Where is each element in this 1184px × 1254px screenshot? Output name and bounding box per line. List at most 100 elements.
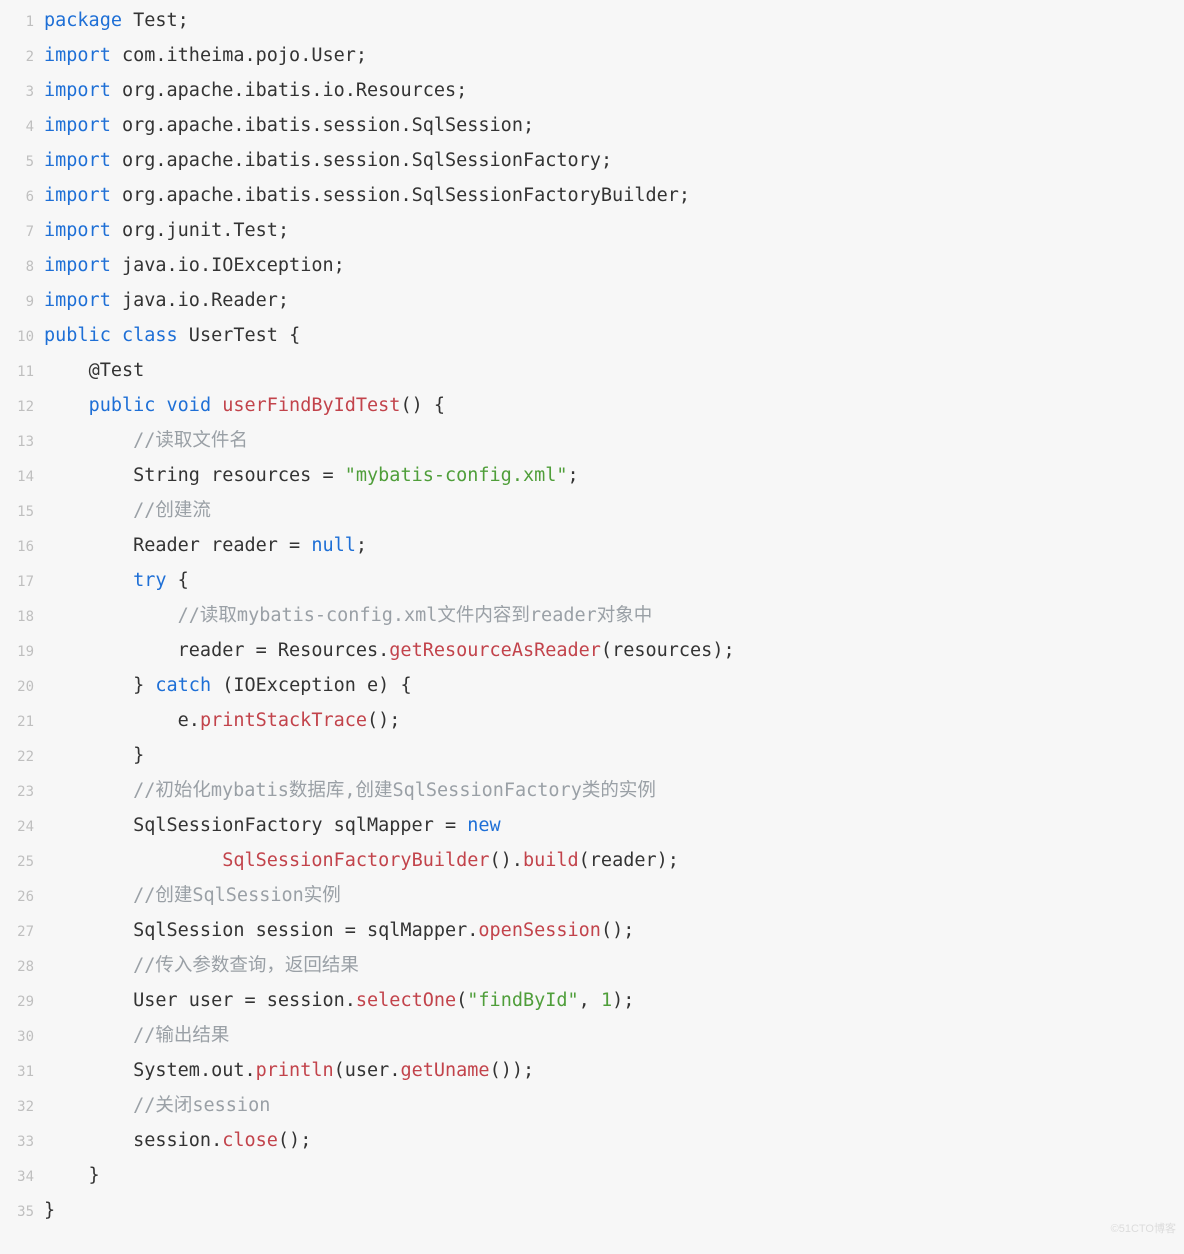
token-string: "mybatis-config.xml" (345, 465, 568, 486)
token-comment: //读取文件名 (133, 430, 248, 451)
token-method: close (222, 1130, 278, 1151)
token-comment: //读取mybatis-config.xml文件内容到reader对象中 (178, 605, 653, 626)
token-type: java (111, 290, 167, 311)
token-plain: ; (601, 150, 612, 171)
code-line: 18 //读取mybatis-config.xml文件内容到reader对象中 (0, 599, 1184, 634)
token-plain: ; (568, 465, 579, 486)
token-plain: () { (400, 395, 445, 416)
code-content: } (44, 739, 144, 773)
line-number: 16 (0, 530, 44, 564)
token-plain: . (345, 990, 356, 1011)
token-plain: . (167, 255, 178, 276)
token-type: ibatis (245, 150, 312, 171)
code-line: 23 //初始化mybatis数据库,创建SqlSessionFactory类的… (0, 774, 1184, 809)
line-number: 6 (0, 180, 44, 214)
token-plain: . (389, 1060, 400, 1081)
token-kw: public (44, 325, 111, 346)
token-plain: ( (211, 675, 233, 696)
token-plain: . (155, 115, 166, 136)
token-kw: try (133, 570, 166, 591)
token-plain: ; (523, 115, 534, 136)
token-plain: . (233, 150, 244, 171)
code-line: 5import org.apache.ibatis.session.SqlSes… (0, 144, 1184, 179)
token-method: getResourceAsReader (389, 640, 601, 661)
token-kw: import (44, 255, 111, 276)
token-type: apache (167, 150, 234, 171)
token-type: session (267, 990, 345, 1011)
token-type: SqlSessionFactory (412, 150, 601, 171)
line-number: 31 (0, 1055, 44, 1089)
token-plain (44, 1060, 133, 1081)
token-kw: import (44, 290, 111, 311)
line-number: 28 (0, 950, 44, 984)
line-number: 12 (0, 390, 44, 424)
code-content: import org.junit.Test; (44, 214, 289, 248)
token-kw: import (44, 80, 111, 101)
token-plain (44, 605, 178, 626)
token-num: 1 (601, 990, 612, 1011)
token-plain: ; (278, 220, 289, 241)
token-plain: . (189, 710, 200, 731)
token-kw: package (44, 10, 122, 31)
token-type: Resources (356, 80, 456, 101)
token-plain: . (311, 115, 322, 136)
token-method: build (523, 850, 579, 871)
line-number: 3 (0, 75, 44, 109)
line-number: 18 (0, 600, 44, 634)
token-plain: = (245, 990, 267, 1011)
token-plain: = (289, 535, 311, 556)
token-plain: . (222, 220, 233, 241)
token-type: ibatis (245, 80, 312, 101)
line-number: 35 (0, 1195, 44, 1229)
code-content: //创建流 (44, 494, 211, 528)
token-plain: ; (334, 255, 345, 276)
token-plain: ; (356, 45, 367, 66)
token-plain (44, 955, 133, 976)
token-type: junit (167, 220, 223, 241)
token-kw: import (44, 150, 111, 171)
code-content: try { (44, 564, 189, 598)
token-plain: ); (712, 640, 734, 661)
code-line: 3import org.apache.ibatis.io.Resources; (0, 74, 1184, 109)
token-type: user (345, 1060, 390, 1081)
line-number: 21 (0, 705, 44, 739)
token-plain: . (400, 185, 411, 206)
token-method: openSession (478, 920, 601, 941)
token-plain: } (44, 1200, 55, 1221)
token-plain: . (155, 220, 166, 241)
token-type: pojo (256, 45, 301, 66)
token-plain (44, 710, 178, 731)
token-type: io (322, 80, 344, 101)
code-line: 6import org.apache.ibatis.session.SqlSes… (0, 179, 1184, 214)
token-kw: null (311, 535, 356, 556)
code-line: 20 } catch (IOException e) { (0, 669, 1184, 704)
code-line: 12 public void userFindByIdTest() { (0, 389, 1184, 424)
token-plain (44, 990, 133, 1011)
token-plain (44, 360, 89, 381)
token-type: session (322, 150, 400, 171)
code-content: reader = Resources.getResourceAsReader(r… (44, 634, 735, 668)
token-plain: . (245, 1060, 256, 1081)
token-type: org (111, 150, 156, 171)
token-type: resources (612, 640, 712, 661)
token-plain: . (245, 45, 256, 66)
token-plain: ( (601, 640, 612, 661)
token-kw: void (167, 395, 212, 416)
code-content: //传入参数查询，返回结果 (44, 949, 359, 983)
token-plain: . (311, 185, 322, 206)
token-annot: @Test (89, 360, 145, 381)
token-type: SqlSession (412, 115, 523, 136)
token-type: io (178, 255, 200, 276)
token-plain: ; (456, 80, 467, 101)
token-type: org (111, 185, 156, 206)
token-comment: //创建SqlSession实例 (133, 885, 341, 906)
code-line: 9import java.io.Reader; (0, 284, 1184, 319)
token-type: org (111, 220, 156, 241)
token-plain: ; (679, 185, 690, 206)
token-type: SqlSessionFactoryBuilder (412, 185, 679, 206)
token-plain: = (322, 465, 344, 486)
code-line: 16 Reader reader = null; (0, 529, 1184, 564)
token-plain: } (44, 745, 144, 766)
token-type: reader (590, 850, 657, 871)
code-content: import org.apache.ibatis.session.SqlSess… (44, 179, 690, 213)
